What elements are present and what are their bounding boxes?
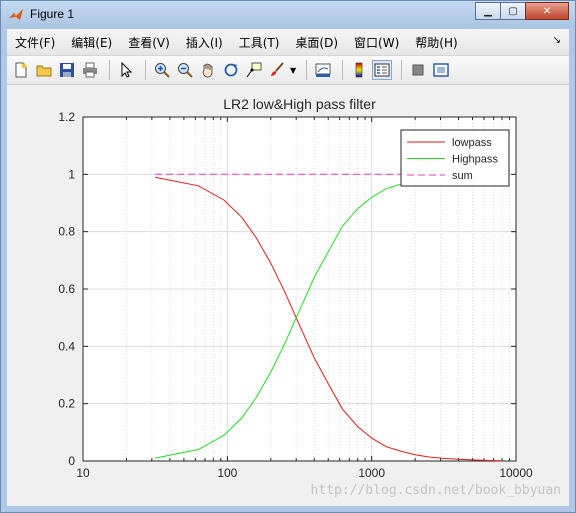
toolbar-separator [342, 60, 344, 80]
x-tick-label: 1000 [358, 466, 385, 480]
show-plot-tools-button[interactable] [431, 60, 451, 80]
y-tick-label: 1 [68, 167, 75, 181]
watermark-text: http://blog.csdn.net/book_bbyuan [310, 483, 561, 498]
x-tick-label: 100 [217, 466, 237, 480]
hand-icon [202, 63, 213, 78]
brush-icon [271, 62, 284, 76]
show-plot-tools-icon [433, 63, 449, 77]
toolbar-separator [109, 60, 110, 80]
print-button[interactable] [80, 60, 100, 80]
y-tick-label: 0.2 [58, 397, 75, 411]
window-title: Figure 1 [30, 7, 75, 21]
toolbar-separator [145, 60, 146, 80]
menu-help[interactable]: 帮助(H) [407, 34, 465, 51]
zoom-out-icon [178, 63, 193, 78]
close-button[interactable]: ✕ [525, 2, 569, 20]
arrow-pointer-icon [121, 62, 133, 78]
pointer-button[interactable] [116, 60, 136, 80]
save-icon [60, 63, 74, 77]
menu-insert[interactable]: 插入(I) [178, 34, 231, 51]
colorbar-button[interactable] [349, 60, 369, 80]
pan-button[interactable] [198, 60, 218, 80]
link-plot-icon [315, 63, 331, 77]
y-tick-label: 0.8 [58, 225, 75, 239]
legend-label: Highpass [452, 154, 498, 166]
menu-tools[interactable]: 工具(T) [231, 34, 288, 51]
hide-plot-tools-icon [412, 64, 424, 76]
zoom-out-button[interactable] [175, 60, 195, 80]
legend-icon [374, 63, 390, 77]
figure-toolbar: ▼ [7, 56, 569, 85]
y-tick-label: 0.4 [58, 339, 75, 353]
matlab-icon [9, 9, 23, 20]
figure-canvas: 10 100 1000 10000 0 0.2 0.4 0.6 0.8 1 1.2 LR2 low&H… [7, 85, 569, 506]
printer-icon [83, 62, 97, 78]
window-controls: ▁ ▢ ✕ [475, 2, 569, 21]
menu-desktop[interactable]: 桌面(D) [287, 34, 346, 51]
data-cursor-button[interactable] [244, 60, 264, 80]
menu-bar: 文件(F) 编辑(E) 查看(V) 插入(I) 工具(T) 桌面(D) 窗口(W… [7, 29, 569, 56]
x-tick-label: 10000 [499, 466, 533, 480]
save-button[interactable] [57, 60, 77, 80]
maximize-icon: ▢ [508, 5, 518, 17]
legend-label: lowpass [452, 137, 492, 149]
zoom-in-icon [155, 63, 170, 78]
link-plot-button[interactable] [313, 60, 333, 80]
x-tick-label: 10 [76, 466, 90, 480]
minimize-button[interactable]: ▁ [475, 2, 501, 20]
toolbar-separator [401, 60, 403, 80]
brush-dropdown-icon[interactable]: ▼ [290, 66, 296, 75]
figure-window: Figure 1 ▁ ▢ ✕ 文件(F) 编辑(E) 查看(V) 插入(I) 工… [0, 0, 576, 513]
y-tick-label: 0 [68, 454, 75, 468]
plot-svg[interactable]: 10 100 1000 10000 0 0.2 0.4 0.6 0.8 1 1.2 LR2 low&H… [7, 85, 569, 508]
menu-file[interactable]: 文件(F) [7, 34, 63, 51]
legend-label: sum [452, 170, 473, 182]
folder-icon [36, 65, 52, 77]
rotate-icon [224, 63, 238, 77]
hide-plot-tools-button[interactable] [408, 60, 428, 80]
y-tick-label: 1.2 [58, 110, 75, 124]
y-tick-label: 0.6 [58, 282, 75, 296]
data-cursor-icon [246, 62, 262, 78]
minimize-icon: ▁ [484, 5, 492, 17]
new-file-icon [15, 62, 27, 78]
brush-button[interactable] [267, 60, 287, 80]
maximize-button[interactable]: ▢ [500, 2, 526, 20]
client-area: 文件(F) 编辑(E) 查看(V) 插入(I) 工具(T) 桌面(D) 窗口(W… [7, 29, 569, 506]
zoom-in-button[interactable] [152, 60, 172, 80]
open-file-button[interactable] [34, 60, 54, 80]
chart-title: LR2 low&High pass filter [223, 96, 376, 112]
menu-view[interactable]: 查看(V) [120, 34, 178, 51]
menu-window[interactable]: 窗口(W) [346, 34, 407, 51]
rotate-3d-button[interactable] [221, 60, 241, 80]
new-figure-button[interactable] [11, 60, 31, 80]
title-bar[interactable]: Figure 1 ▁ ▢ ✕ [1, 1, 575, 29]
toolbar-separator [306, 60, 308, 80]
close-icon: ✕ [542, 5, 552, 17]
menu-edit[interactable]: 编辑(E) [63, 34, 120, 51]
chevron-icon[interactable]: ↘ [553, 35, 561, 46]
legend-button[interactable] [372, 60, 393, 80]
colorbar-icon [355, 62, 363, 78]
